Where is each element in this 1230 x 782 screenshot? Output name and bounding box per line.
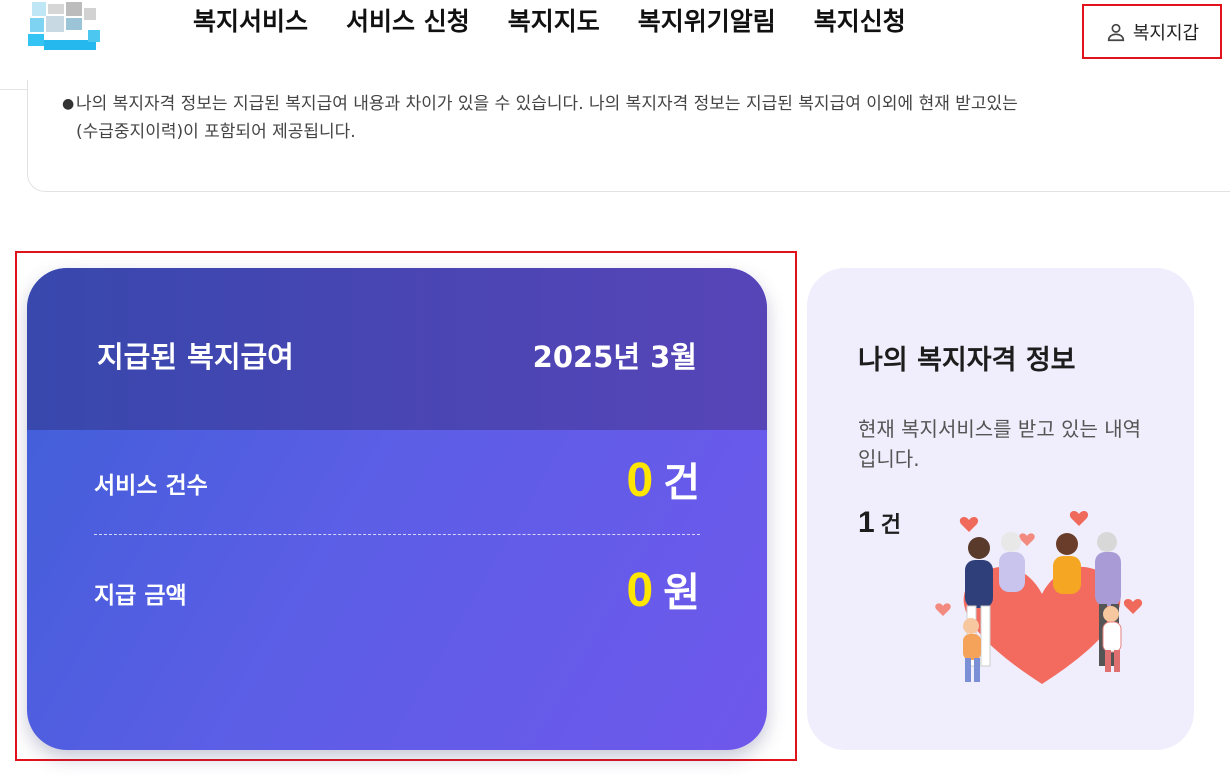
service-count-row: 서비스 건수 0건 <box>94 450 700 510</box>
service-count-label: 서비스 건수 <box>94 473 208 499</box>
payment-amount-label: 지급 금액 <box>94 583 187 609</box>
notice-box: ● 나의 복지자격 정보는 지급된 복지급여 내용과 차이가 있을 수 있습니다… <box>27 80 1230 192</box>
nav-welfare-request[interactable]: 복지신청 <box>814 2 906 42</box>
payment-amount-number: 0 <box>626 564 654 617</box>
site-header: 복지서비스 서비스 신청 복지지도 복지위기알림 복지신청 복지지갑 <box>0 0 1230 90</box>
paid-benefits-title: 지급된 복지급여 <box>97 340 294 374</box>
service-count-number: 0 <box>626 454 654 507</box>
welfare-wallet-label: 복지지갑 <box>1132 22 1200 44</box>
family-heart-illustration <box>935 511 1143 684</box>
eligibility-count-unit: 건 <box>880 513 901 538</box>
welfare-eligibility-card[interactable]: 나의 복지자격 정보 현재 복지서비스를 받고 있는 내역입니다. 1건 <box>807 268 1194 750</box>
dashed-divider <box>94 534 700 535</box>
nav-welfare-services[interactable]: 복지서비스 <box>193 2 308 42</box>
nav-service-application[interactable]: 서비스 신청 <box>346 2 470 42</box>
site-logo[interactable] <box>24 0 104 56</box>
eligibility-title: 나의 복지자격 정보 <box>858 345 1076 376</box>
welfare-wallet-button[interactable]: 복지지갑 <box>1082 4 1222 59</box>
paid-benefits-header: 지급된 복지급여 2025년 3월 <box>27 268 767 430</box>
eligibility-description: 현재 복지서비스를 받고 있는 내역입니다. <box>858 417 1142 471</box>
notice-item: ● 나의 복지자격 정보는 지급된 복지급여 내용과 차이가 있을 수 있습니다… <box>62 90 1230 146</box>
notice-line-2: (수급중지이력)이 포함되어 제공됩니다. <box>76 122 356 142</box>
bullet-icon: ● <box>62 96 75 112</box>
eligibility-count: 1건 <box>858 506 901 540</box>
service-count-value: 0건 <box>626 450 700 508</box>
notice-line-1: 나의 복지자격 정보는 지급된 복지급여 내용과 차이가 있을 수 있습니다. … <box>76 94 1018 114</box>
paid-benefits-card[interactable]: 지급된 복지급여 2025년 3월 서비스 건수 0건 지급 금액 0원 <box>27 268 767 750</box>
nav-welfare-map[interactable]: 복지지도 <box>508 2 600 42</box>
nav-welfare-crisis-alert[interactable]: 복지위기알림 <box>638 2 776 42</box>
payment-amount-row: 지급 금액 0원 <box>94 560 700 620</box>
paid-benefits-date: 2025년 3월 <box>532 340 697 374</box>
main-nav: 복지서비스 서비스 신청 복지지도 복지위기알림 복지신청 <box>193 2 988 42</box>
payment-amount-unit: 원 <box>663 570 700 616</box>
eligibility-count-number: 1 <box>858 506 875 539</box>
user-icon <box>1107 23 1125 41</box>
payment-amount-value: 0원 <box>626 560 700 618</box>
service-count-unit: 건 <box>663 460 700 506</box>
